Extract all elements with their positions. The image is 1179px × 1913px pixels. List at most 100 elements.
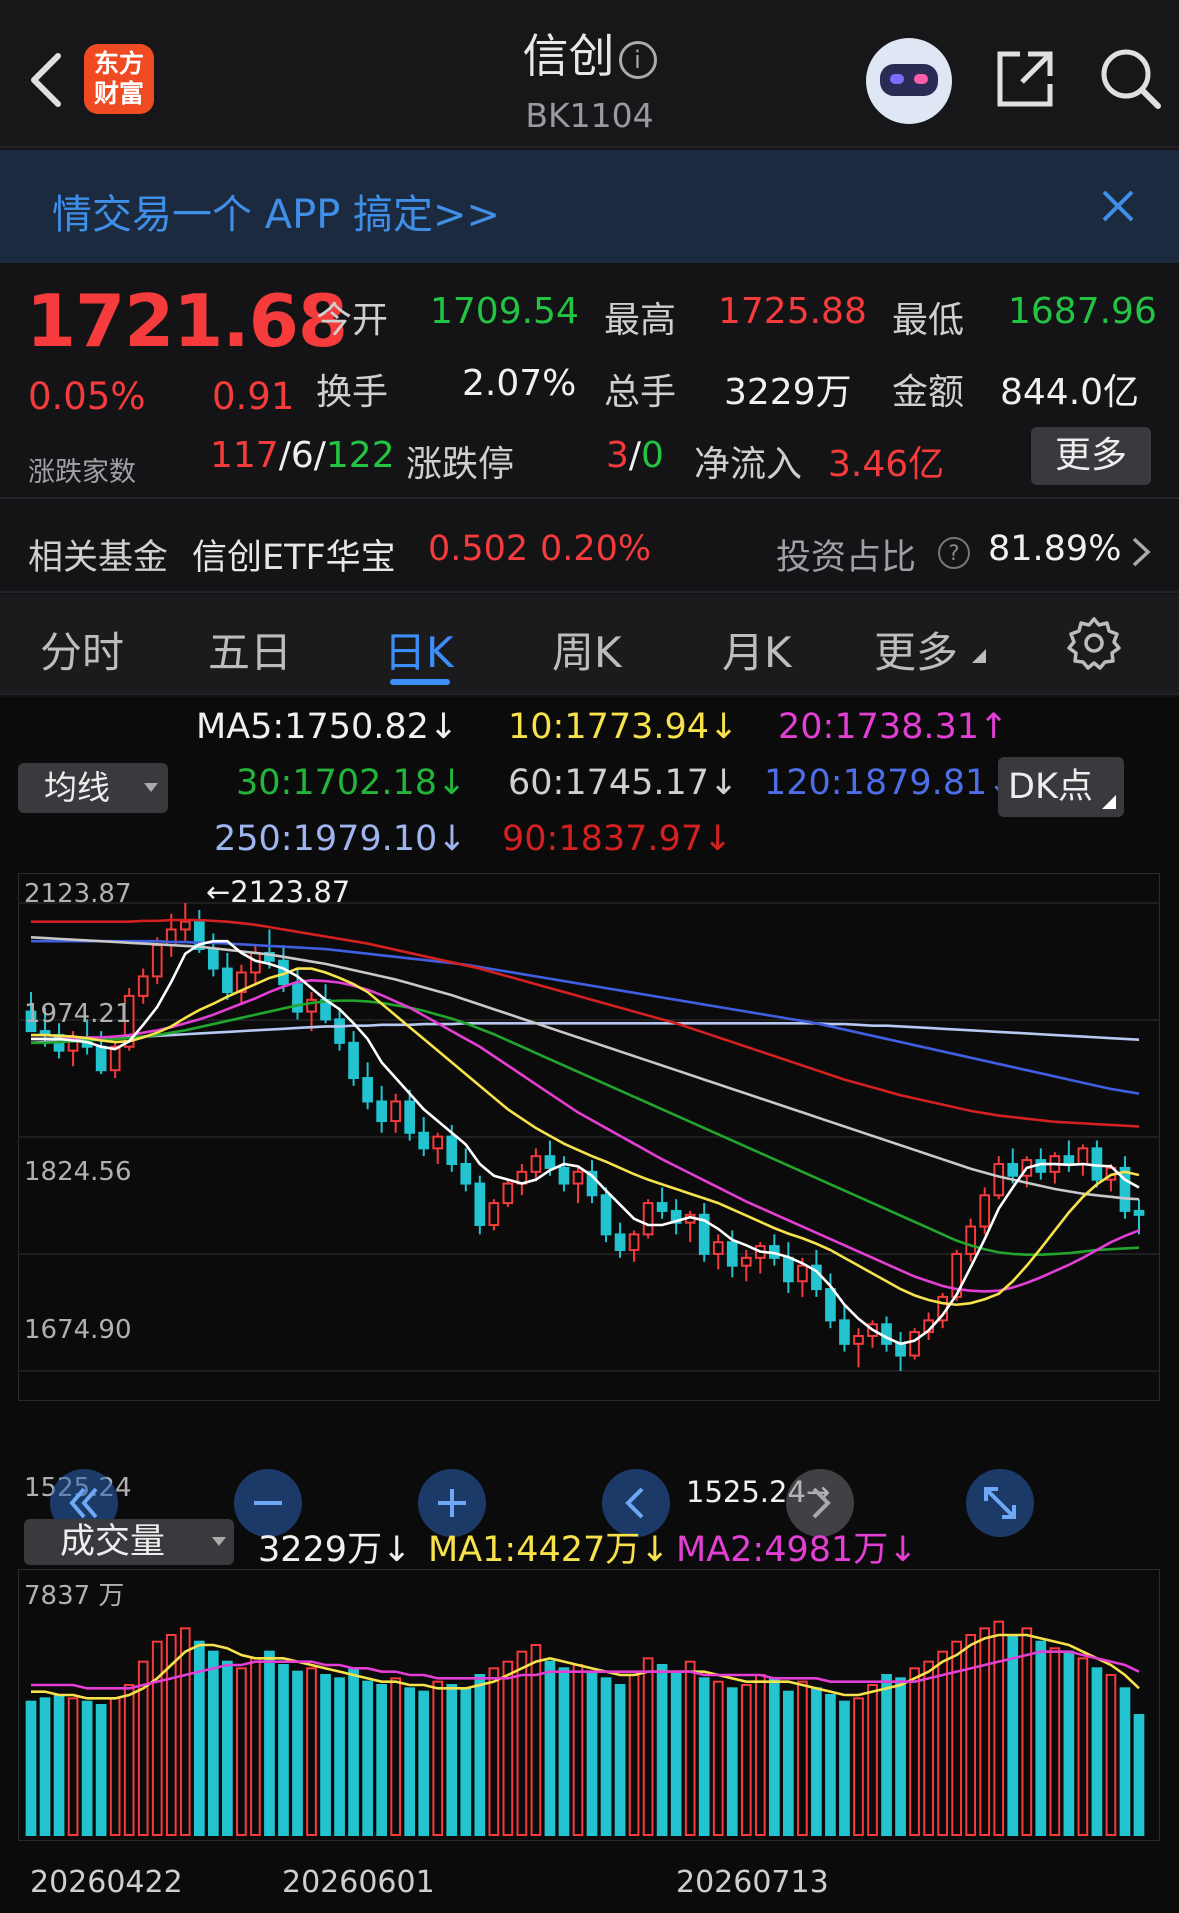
low-label: 最低 <box>892 300 965 341</box>
volume-bar <box>95 1704 107 1836</box>
robot-assistant-icon[interactable] <box>866 38 952 124</box>
candle-body <box>432 1135 444 1150</box>
candle-body <box>825 1288 836 1322</box>
volume-bar <box>797 1680 808 1836</box>
dk-label: DK点 <box>1008 767 1093 807</box>
candlestick-chart[interactable] <box>18 873 1160 1401</box>
volume-bar <box>488 1667 500 1837</box>
volume-axis-label: 7837 万 <box>24 1581 125 1611</box>
plus-icon <box>438 1489 466 1517</box>
volume-bar <box>965 1634 977 1836</box>
volume-bar <box>1091 1667 1103 1837</box>
fund-label: 相关基金 <box>28 538 169 578</box>
candle-body <box>712 1241 724 1255</box>
volume-bar <box>853 1697 864 1836</box>
volume-bar <box>446 1684 458 1836</box>
volume-bar <box>320 1674 331 1836</box>
volume-bar <box>460 1687 472 1837</box>
tab-daily-k[interactable]: 日K <box>384 619 454 680</box>
candle-body <box>797 1264 808 1283</box>
candle-body <box>460 1163 472 1185</box>
volume-chart[interactable] <box>18 1569 1160 1841</box>
more-quote-button[interactable]: 更多 <box>1031 427 1151 485</box>
candle-body <box>488 1202 500 1226</box>
volume-bar <box>109 1697 121 1836</box>
date-label: 20260713 <box>676 1865 829 1900</box>
ma5-line <box>31 939 1140 1346</box>
related-fund-row[interactable]: 相关基金 信创ETF华宝 0.502 0.20% 投资占比 ? 81.89% <box>0 497 1179 593</box>
volume-bar <box>53 1694 65 1836</box>
promo-banner[interactable]: 情交易一个 APP 搞定>> <box>0 150 1179 263</box>
inflow-label: 净流入 <box>694 444 803 485</box>
volume-bar <box>123 1684 135 1836</box>
price-axis-label: 1674.90 <box>24 1315 132 1345</box>
fund-pct: 0.20% <box>540 529 652 569</box>
help-icon[interactable]: ? <box>938 537 970 569</box>
tab-five-day[interactable]: 五日 <box>208 619 292 680</box>
amount-label: 金额 <box>892 372 965 413</box>
volume-bar <box>937 1650 948 1836</box>
dk-point-button[interactable]: DK点 <box>998 757 1124 817</box>
candle-body <box>207 948 219 970</box>
candle-body <box>979 1194 991 1228</box>
ma60-line <box>30 935 1140 1201</box>
volume-bar <box>726 1687 738 1837</box>
volume-bar <box>1035 1640 1047 1836</box>
volume-bar <box>1077 1657 1089 1837</box>
ma-selector[interactable]: 均线 <box>18 763 168 813</box>
volume-bar <box>867 1684 878 1836</box>
volume-bar <box>516 1650 528 1836</box>
search-icon[interactable] <box>1096 44 1164 112</box>
ma20-legend: 20:1738.31↑ <box>778 707 1009 747</box>
share-icon[interactable] <box>994 48 1056 110</box>
ma250-legend: 250:1979.10↓ <box>214 819 467 859</box>
limit-up: 3 <box>606 435 629 476</box>
info-icon[interactable]: i <box>618 40 657 79</box>
candle-body <box>726 1241 738 1267</box>
candle-body <box>418 1131 430 1150</box>
volume-bar <box>600 1677 612 1837</box>
volume-bar <box>698 1677 710 1837</box>
ratio-value: 81.89% <box>988 529 1122 569</box>
inflow-value: 3.46亿 <box>828 444 945 485</box>
breadth-down: 122 <box>325 435 395 476</box>
candle-body <box>656 1202 668 1212</box>
volume-bar <box>783 1690 794 1836</box>
fullscreen-button[interactable] <box>966 1469 1034 1537</box>
minus-icon <box>254 1501 282 1505</box>
candle-body <box>558 1166 570 1185</box>
candle-body <box>222 967 233 994</box>
volume-value: 3229万 <box>724 372 852 413</box>
tab-monthly-k[interactable]: 月K <box>722 619 792 680</box>
volume-bar <box>1049 1647 1061 1837</box>
volume-bar <box>923 1660 934 1836</box>
tab-intraday[interactable]: 分时 <box>40 619 124 680</box>
tab-weekly-k[interactable]: 周K <box>552 619 622 680</box>
candle-body <box>1119 1166 1131 1212</box>
tab-more[interactable]: 更多 <box>874 619 958 680</box>
volume-bar <box>642 1657 654 1837</box>
volume-indicator-selector[interactable]: 成交量 <box>24 1519 234 1565</box>
turnover-value: 2.07% <box>462 363 577 404</box>
ma90-legend: 90:1837.97↓ <box>502 819 733 859</box>
period-tabs: 分时 五日 日K 周K 月K 更多 <box>0 595 1179 695</box>
ma60-legend: 60:1745.17↓ <box>508 763 739 803</box>
candle-body <box>1133 1209 1145 1216</box>
active-tab-indicator <box>390 679 450 685</box>
volume-bar <box>306 1667 317 1837</box>
candle-body <box>783 1256 794 1283</box>
volume-bar <box>264 1650 275 1836</box>
volume-bar <box>670 1670 682 1836</box>
volume-label: 总手 <box>604 372 677 413</box>
settings-gear-icon[interactable] <box>1066 615 1122 671</box>
date-label: 20260422 <box>30 1865 183 1900</box>
dropdown-corner-icon <box>1102 795 1116 809</box>
ma5-legend: MA5:1750.82↓ <box>196 707 459 747</box>
candle-body <box>502 1182 514 1205</box>
close-icon[interactable] <box>1100 188 1136 224</box>
limit-down: 0 <box>641 435 664 476</box>
candle-body <box>95 1045 107 1072</box>
volume-bar <box>614 1684 626 1836</box>
candle-body <box>1077 1147 1089 1166</box>
chevron-left-icon <box>625 1487 644 1519</box>
